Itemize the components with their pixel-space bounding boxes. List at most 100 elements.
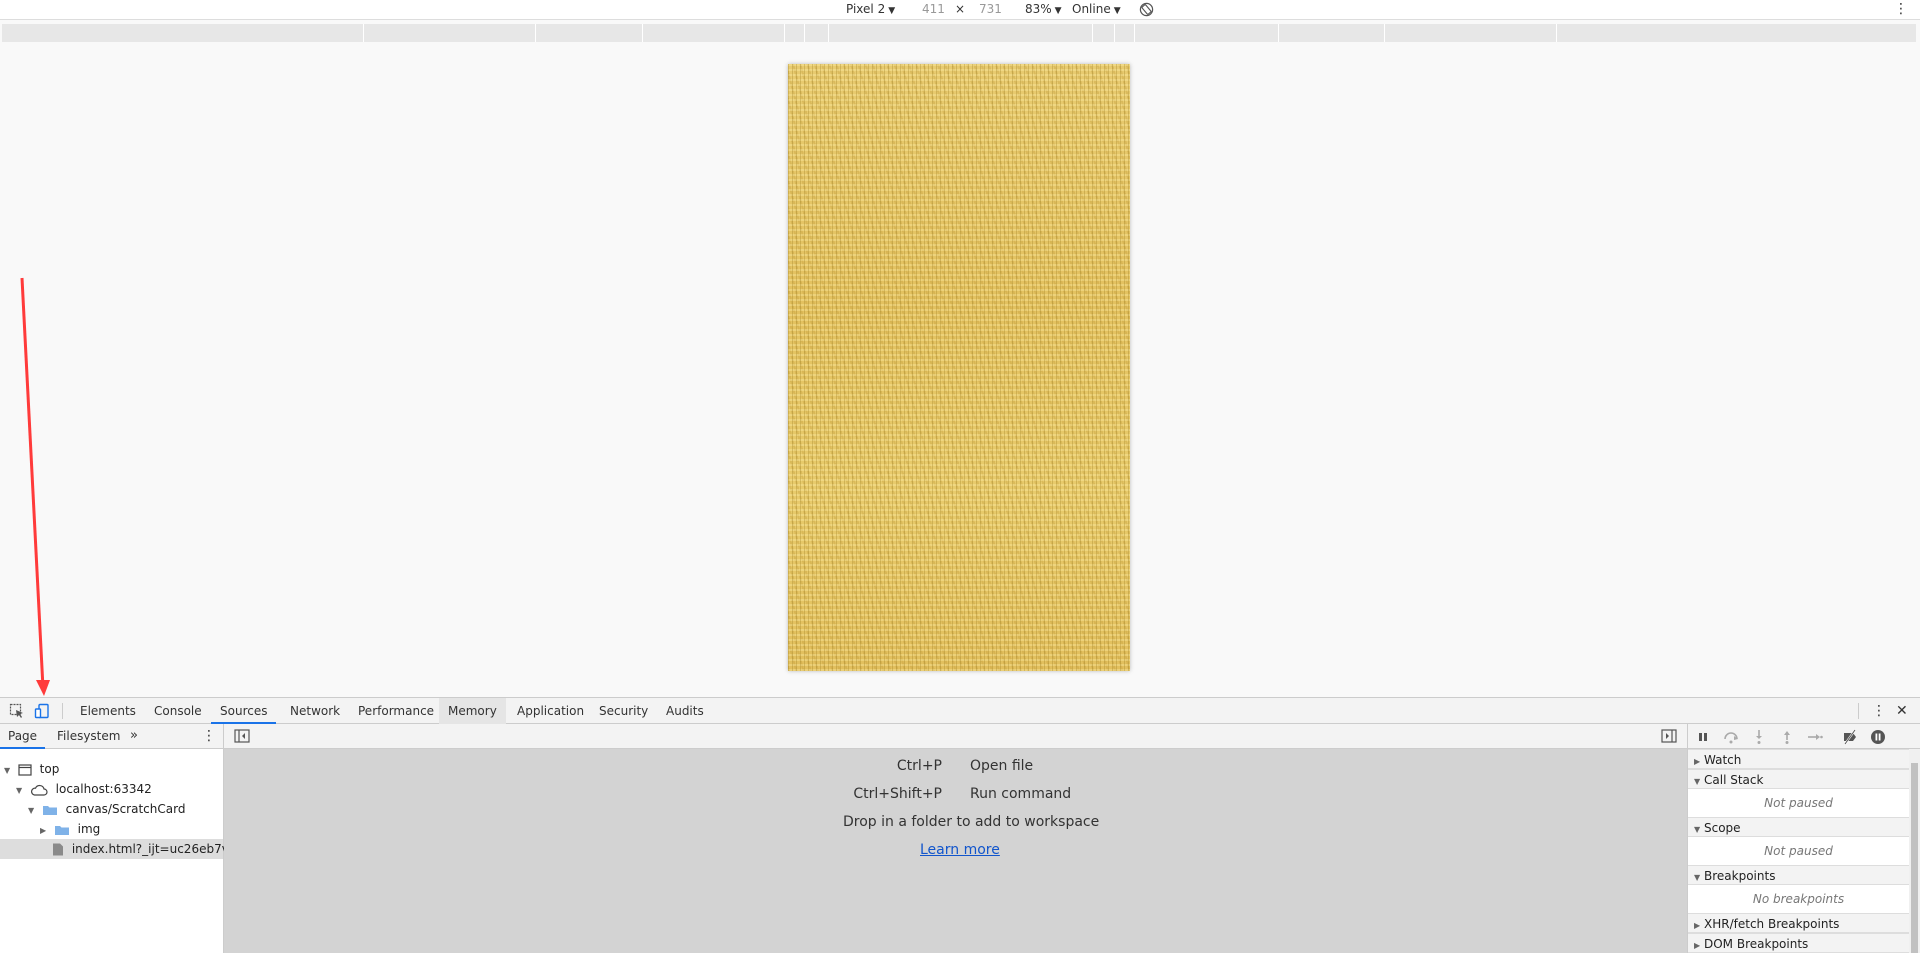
shortcut-run-command-label: Run command (970, 786, 1072, 802)
annotation-arrow-icon (20, 277, 50, 696)
device-select[interactable]: Pixel 2 ▼ (846, 2, 895, 16)
tab-elements[interactable]: Elements (71, 698, 145, 724)
tree-item-localhost[interactable]: ▼ localhost:63342 (16, 779, 152, 799)
pane-title: Scope (1704, 821, 1741, 835)
pane-title: DOM Breakpoints (1704, 937, 1809, 951)
tab-security[interactable]: Security (590, 698, 657, 724)
ruler-divider (1278, 24, 1279, 42)
scope-status: Not paused (1764, 844, 1833, 858)
ruler-divider (828, 24, 829, 42)
tree-item-folder-scratchcard[interactable]: ▼ canvas/ScratchCard (28, 799, 185, 819)
debugger-toolbar (1688, 724, 1920, 749)
tab-audits[interactable]: Audits (657, 698, 713, 724)
toolbar-separator (62, 703, 63, 719)
frame-icon (18, 764, 32, 776)
inspect-element-icon[interactable] (9, 703, 25, 719)
pane-watch[interactable]: ▶ Watch (1688, 749, 1909, 769)
zoom-select[interactable]: 83% ▼ (1025, 2, 1062, 16)
width-input[interactable]: 411 (922, 2, 945, 16)
pane-title: Breakpoints (1704, 869, 1776, 883)
sources-navigator: Page Filesystem » ⋮ ▼ top ▼ localhost:63… (0, 724, 244, 953)
pane-scope[interactable]: ▼ Scope (1688, 817, 1909, 837)
customize-devtools-icon[interactable]: ⋮ (1872, 702, 1886, 720)
caret-down-icon: ▼ (888, 6, 896, 16)
ruler-divider (1556, 24, 1557, 42)
throttling-value: Online (1072, 2, 1111, 16)
tab-console[interactable]: Console (145, 698, 211, 724)
device-toolbar-toggle-icon[interactable] (34, 703, 50, 719)
tab-sources[interactable]: Sources (211, 698, 277, 724)
pane-dom-breakpoints[interactable]: ▶ DOM Breakpoints (1688, 933, 1909, 953)
tab-memory[interactable]: Memory (439, 698, 506, 724)
step-out-icon[interactable] (1779, 729, 1795, 745)
rotate-icon[interactable] (1139, 2, 1154, 17)
tab-page[interactable]: Page (0, 724, 46, 749)
step-into-icon[interactable] (1751, 729, 1767, 745)
ruler-divider (535, 24, 536, 42)
navigator-menu-icon[interactable]: ⋮ (202, 728, 216, 744)
tab-application[interactable]: Application (508, 698, 593, 724)
zoom-value: 83% (1025, 2, 1052, 16)
call-stack-status: Not paused (1764, 796, 1833, 810)
tab-network[interactable]: Network (281, 698, 349, 724)
collapsed-triangle-icon: ▶ (1694, 941, 1701, 950)
toggle-navigator-icon[interactable] (234, 729, 250, 743)
tree-item-top[interactable]: ▼ top (4, 759, 59, 779)
pane-xhr-breakpoints[interactable]: ▶ XHR/fetch Breakpoints (1688, 913, 1909, 933)
pause-icon[interactable] (1695, 729, 1711, 745)
ruler-divider (804, 24, 805, 42)
ruler-divider (642, 24, 643, 42)
caret-down-icon: ▼ (1113, 6, 1121, 16)
shortcut-run-command-key: Ctrl+Shift+P (853, 786, 942, 802)
toolbar-separator (1858, 703, 1859, 719)
step-over-icon[interactable] (1723, 729, 1739, 745)
pane-breakpoints[interactable]: ▼ Breakpoints (1688, 865, 1909, 885)
tree-label: localhost:63342 (55, 782, 152, 796)
pane-call-stack[interactable]: ▼ Call Stack (1688, 769, 1909, 789)
height-input[interactable]: 731 (979, 2, 1002, 16)
learn-more-link[interactable]: Learn more (920, 842, 1000, 858)
ruler-divider (784, 24, 785, 42)
breakpoints-status: No breakpoints (1752, 892, 1845, 906)
tab-filesystem[interactable]: Filesystem (49, 724, 128, 749)
scratch-card-canvas[interactable] (788, 64, 1130, 671)
device-name: Pixel 2 (846, 2, 886, 16)
debugger-sidebar: ▶ Watch ▼ Call Stack Not paused ▼ Scope Not… (1687, 724, 1920, 953)
expanded-triangle-icon: ▼ (4, 766, 11, 775)
drop-folder-hint: Drop in a folder to add to workspace (843, 814, 1100, 830)
tree-item-folder-img[interactable]: ▶ img (40, 819, 100, 839)
tree-label: canvas/ScratchCard (65, 802, 186, 816)
devtools-panel: Elements Console Sources Network Perform… (0, 697, 1920, 953)
toggle-debugger-icon[interactable] (1661, 729, 1677, 743)
step-icon[interactable] (1807, 729, 1823, 745)
shortcut-open-file-label: Open file (970, 758, 1034, 774)
ruler-divider (1134, 24, 1135, 42)
shortcut-open-file-key: Ctrl+P (896, 758, 942, 774)
collapsed-triangle-icon: ▶ (40, 826, 47, 835)
close-icon[interactable]: ✕ (1896, 702, 1908, 720)
tab-performance[interactable]: Performance (349, 698, 443, 724)
tree-item-file-index[interactable]: index.html?_ijt=uc26eb7vb0 (0, 839, 244, 859)
ruler-divider (1384, 24, 1385, 42)
navigator-tabs: Page Filesystem » ⋮ (0, 724, 223, 749)
caret-down-icon: ▼ (1054, 6, 1062, 16)
throttling-select[interactable]: Online ▼ (1072, 2, 1121, 16)
sources-editor: Ctrl+P Open file Ctrl+Shift+P Run comman… (224, 724, 1687, 953)
more-tabs-icon[interactable]: » (130, 728, 138, 743)
editor-toolbar (224, 724, 1687, 749)
pane-title: XHR/fetch Breakpoints (1704, 917, 1840, 931)
debugger-scrollbar[interactable] (1909, 749, 1920, 953)
deactivate-breakpoints-icon[interactable] (1842, 729, 1858, 745)
folder-icon (42, 806, 57, 815)
cloud-icon (30, 784, 48, 796)
media-query-ruler[interactable] (2, 24, 1916, 42)
emulated-viewport (0, 42, 1920, 697)
more-options-icon[interactable]: ⋮ (1894, 1, 1908, 17)
scrollbar-thumb[interactable] (1911, 763, 1918, 953)
pause-on-exceptions-icon[interactable] (1870, 729, 1886, 745)
ruler-divider (1092, 24, 1093, 42)
file-icon (53, 843, 63, 856)
folder-icon (54, 826, 69, 835)
pane-title: Watch (1704, 753, 1742, 767)
devtools-tabbar: Elements Console Sources Network Perform… (0, 698, 1920, 724)
